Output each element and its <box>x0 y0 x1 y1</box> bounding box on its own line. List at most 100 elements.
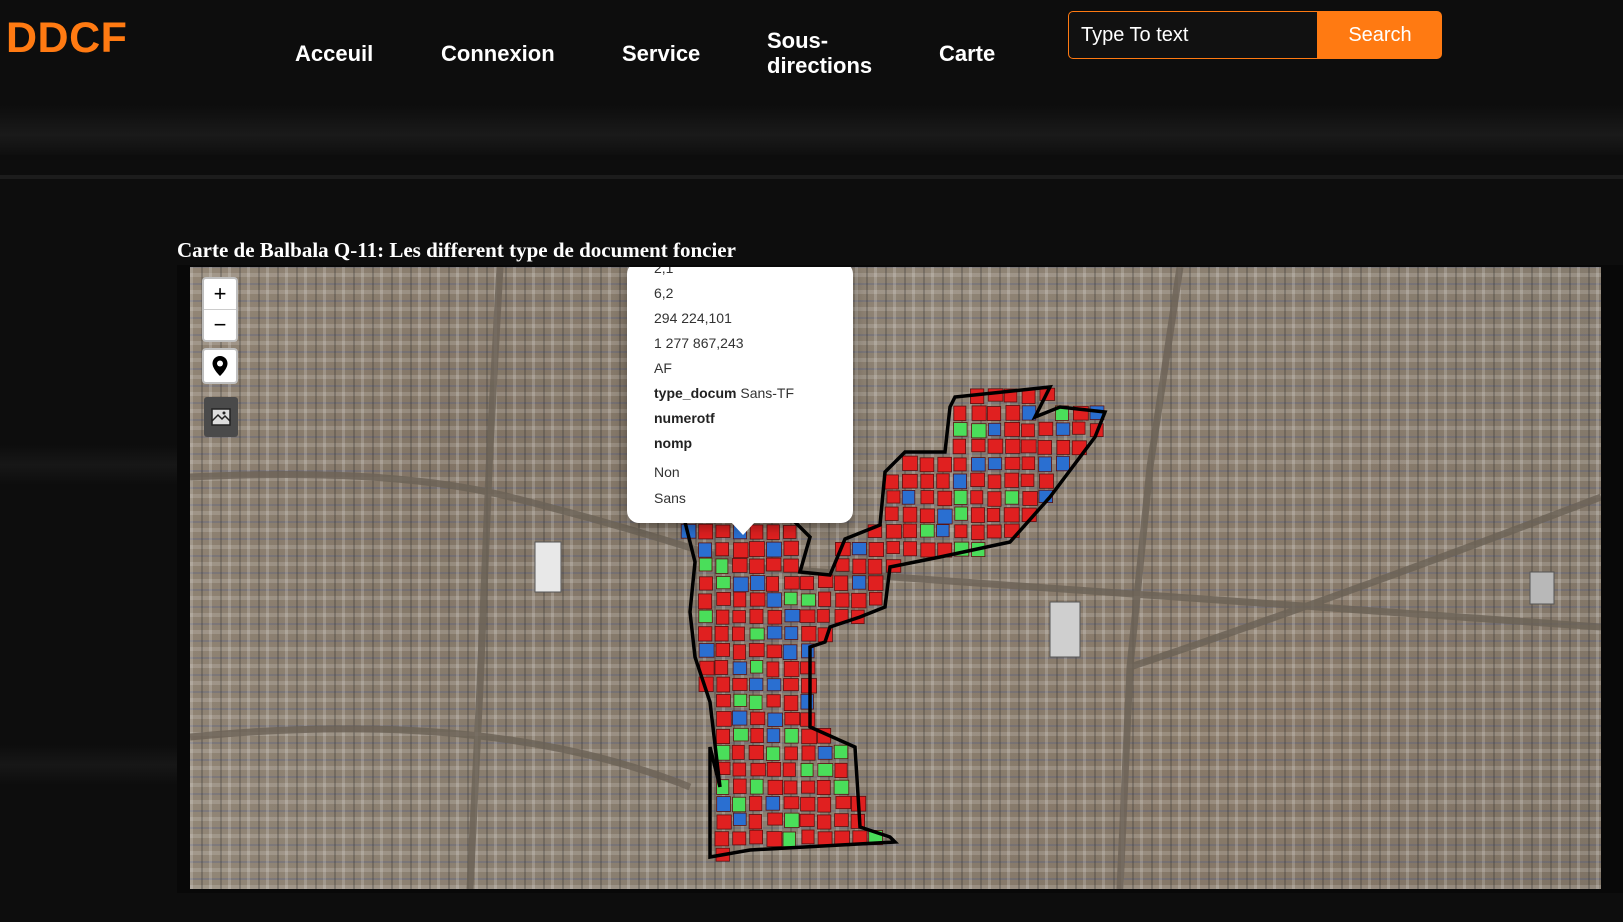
parcel[interactable] <box>834 813 849 827</box>
parcel[interactable] <box>749 677 764 692</box>
zoom-out-button[interactable]: − <box>204 310 236 340</box>
parcel[interactable] <box>732 626 745 642</box>
parcel[interactable] <box>834 575 849 591</box>
parcel[interactable] <box>902 506 918 523</box>
parcel[interactable] <box>748 643 765 658</box>
parcel[interactable] <box>749 778 764 795</box>
parcel[interactable] <box>799 813 815 827</box>
parcel[interactable] <box>816 609 830 623</box>
parcel[interactable] <box>748 744 764 760</box>
parcel[interactable] <box>731 744 745 760</box>
parcel[interactable] <box>783 678 799 692</box>
map-canvas[interactable]: + − 2,1 6,2 294 224,101 1 277 867,243 AF… <box>190 267 1601 889</box>
parcel[interactable] <box>970 490 984 505</box>
parcel[interactable] <box>886 541 900 555</box>
parcel[interactable] <box>1038 456 1052 473</box>
parcel[interactable] <box>749 541 765 557</box>
parcel[interactable] <box>1021 423 1035 438</box>
parcel[interactable] <box>784 746 798 761</box>
parcel[interactable] <box>750 575 766 591</box>
parcel[interactable] <box>953 457 967 472</box>
search-button[interactable]: Search <box>1318 11 1442 59</box>
parcel[interactable] <box>732 576 749 593</box>
parcel[interactable] <box>716 591 731 606</box>
parcel[interactable] <box>1004 490 1020 505</box>
parcel[interactable] <box>784 591 798 606</box>
parcel[interactable] <box>852 558 867 575</box>
parcel[interactable] <box>986 524 1002 539</box>
parcel[interactable] <box>953 422 968 437</box>
parcel[interactable] <box>783 796 800 810</box>
parcel[interactable] <box>919 457 935 473</box>
parcel[interactable] <box>1004 421 1021 437</box>
parcel[interactable] <box>766 524 780 540</box>
parcel[interactable] <box>1055 422 1071 436</box>
parcel[interactable] <box>699 576 713 591</box>
parcel[interactable] <box>716 711 732 727</box>
nav-home[interactable]: Acceuil <box>295 41 373 66</box>
parcel[interactable] <box>766 576 780 592</box>
parcel[interactable] <box>698 609 713 624</box>
parcel[interactable] <box>749 608 764 624</box>
parcel[interactable] <box>749 627 765 641</box>
parcel[interactable] <box>867 558 883 575</box>
parcel[interactable] <box>953 489 968 505</box>
parcel[interactable] <box>986 406 1002 421</box>
parcel[interactable] <box>1005 438 1021 454</box>
parcel[interactable] <box>766 678 782 692</box>
search-input[interactable] <box>1069 12 1317 58</box>
parcel[interactable] <box>852 575 867 590</box>
parcel[interactable] <box>733 778 747 794</box>
parcel[interactable] <box>920 523 935 538</box>
parcel[interactable] <box>1005 405 1021 421</box>
parcel[interactable] <box>749 829 764 845</box>
parcel[interactable] <box>767 812 783 826</box>
parcel[interactable] <box>698 643 715 658</box>
parcel[interactable] <box>766 831 783 847</box>
parcel[interactable] <box>750 727 764 743</box>
parcel[interactable] <box>800 661 816 675</box>
parcel[interactable] <box>783 695 799 712</box>
parcel[interactable] <box>800 762 814 777</box>
parcel[interactable] <box>782 831 797 848</box>
parcel[interactable] <box>800 593 816 607</box>
parcel[interactable] <box>902 523 917 539</box>
locate-button[interactable] <box>202 348 238 384</box>
parcel[interactable] <box>1004 472 1019 488</box>
parcel[interactable] <box>800 796 816 812</box>
parcel[interactable] <box>733 727 749 742</box>
parcel[interactable] <box>954 506 968 521</box>
parcel[interactable] <box>698 557 713 572</box>
parcel[interactable] <box>970 507 985 523</box>
parcel[interactable] <box>937 490 953 507</box>
parcel[interactable] <box>714 660 729 675</box>
parcel[interactable] <box>748 694 763 710</box>
parcel[interactable] <box>987 491 1002 507</box>
parcel[interactable] <box>971 524 985 541</box>
nav-login[interactable]: Connexion <box>441 41 555 66</box>
parcel[interactable] <box>1022 491 1038 506</box>
parcel[interactable] <box>766 728 781 743</box>
parcel[interactable] <box>1039 473 1054 489</box>
parcel[interactable] <box>936 473 950 489</box>
parcel[interactable] <box>732 610 746 624</box>
parcel[interactable] <box>784 626 799 640</box>
parcel[interactable] <box>835 795 852 810</box>
parcel[interactable] <box>987 474 1002 489</box>
parcel[interactable] <box>767 610 783 625</box>
parcel[interactable] <box>749 558 765 574</box>
parcel[interactable] <box>714 831 730 847</box>
parcel[interactable] <box>937 508 953 525</box>
nav-map[interactable]: Carte <box>939 41 995 66</box>
parcel[interactable] <box>766 625 783 640</box>
parcel[interactable] <box>988 422 1002 437</box>
parcel[interactable] <box>886 524 902 539</box>
parcel[interactable] <box>851 541 867 556</box>
parcel[interactable] <box>784 712 801 726</box>
parcel[interactable] <box>783 661 800 677</box>
parcel[interactable] <box>952 438 966 455</box>
parcel[interactable] <box>954 524 968 539</box>
parcel[interactable] <box>1072 421 1086 435</box>
parcel[interactable] <box>767 712 783 727</box>
parcel[interactable] <box>766 694 781 708</box>
